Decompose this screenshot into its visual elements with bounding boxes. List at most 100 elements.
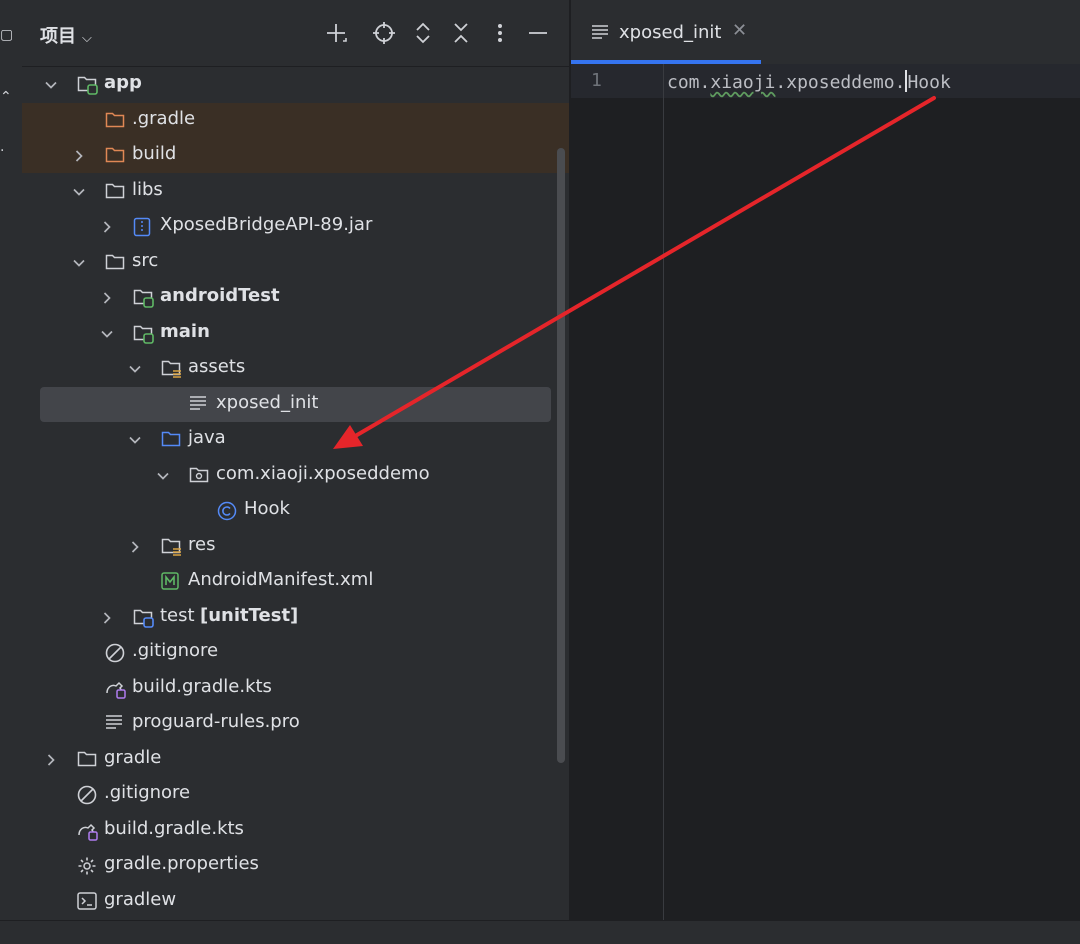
tree-item-label: com.xiaoji.xposeddemo bbox=[216, 462, 430, 484]
chevron-down-icon[interactable] bbox=[156, 468, 170, 482]
gradle-file-icon bbox=[77, 821, 98, 841]
resource-folder-icon bbox=[161, 537, 181, 557]
tree-item[interactable]: assets bbox=[22, 351, 569, 386]
tree-item-suffix: [unitTest] bbox=[200, 604, 299, 626]
panel-title: 项目 bbox=[40, 26, 76, 47]
settings-gear-icon bbox=[77, 856, 97, 876]
tree-item[interactable]: xposed_init bbox=[40, 386, 551, 422]
tree-item[interactable]: gradle bbox=[22, 742, 569, 777]
chevron-down-icon[interactable] bbox=[128, 432, 142, 446]
code-line[interactable]: com.xiaoji.xposeddemo. Hook bbox=[667, 70, 951, 93]
expand-all-icon[interactable] bbox=[408, 18, 438, 48]
tree-item[interactable]: res bbox=[22, 529, 569, 564]
tree-item-label: build bbox=[132, 143, 177, 164]
text-file-icon bbox=[591, 24, 609, 44]
tree-item-label: XposedBridgeAPI-89.jar bbox=[160, 214, 373, 235]
tree-item[interactable]: build bbox=[22, 138, 569, 173]
chevron-down-icon[interactable] bbox=[72, 255, 86, 269]
chevron-down-icon[interactable] bbox=[72, 184, 86, 198]
source-folder-icon bbox=[161, 430, 181, 450]
tree-item-label: proguard-rules.pro bbox=[132, 711, 300, 732]
tree-item-label: Hook bbox=[244, 498, 290, 519]
text-file-icon bbox=[105, 714, 125, 734]
tree-item[interactable]: gradle.properties bbox=[22, 848, 569, 883]
project-tree: app .gradle build libs XposedBridgeAPI-89.ja… bbox=[22, 66, 569, 920]
tree-item-label: test bbox=[160, 604, 195, 626]
folder-icon bbox=[105, 253, 125, 273]
left-tool-strip: ▢ ⌃ · bbox=[0, 0, 23, 943]
project-view-selector[interactable]: 项目 ⌵ bbox=[40, 22, 92, 48]
tree-item[interactable]: Hook bbox=[22, 493, 569, 528]
code-segment: .xposeddemo. bbox=[775, 72, 906, 93]
tree-item[interactable]: .gitignore bbox=[22, 635, 569, 670]
package-icon bbox=[189, 466, 209, 486]
hide-panel-icon[interactable] bbox=[523, 18, 553, 48]
tree-item[interactable]: gradlew bbox=[22, 884, 569, 919]
tree-scrollbar[interactable] bbox=[557, 148, 565, 763]
chevron-right-icon[interactable] bbox=[128, 539, 142, 553]
excluded-folder-icon bbox=[105, 146, 125, 166]
line-number-gutter bbox=[571, 64, 664, 920]
chevron-down-icon[interactable] bbox=[100, 326, 114, 340]
more-options-icon[interactable] bbox=[485, 18, 515, 48]
module-folder-icon bbox=[77, 75, 98, 95]
more-tools-icon[interactable]: · bbox=[0, 142, 14, 160]
ignore-file-icon bbox=[77, 785, 97, 805]
collapse-all-icon[interactable] bbox=[446, 18, 476, 48]
tree-item[interactable]: build.gradle.kts bbox=[22, 813, 569, 848]
chevron-right-icon[interactable] bbox=[100, 290, 114, 304]
add-icon[interactable] bbox=[321, 18, 351, 48]
status-bar bbox=[0, 920, 1080, 944]
tree-item[interactable]: .gitignore bbox=[22, 777, 569, 812]
test-folder-icon bbox=[133, 608, 154, 628]
tab-label: xposed_init bbox=[619, 22, 722, 43]
class-icon bbox=[217, 501, 237, 521]
chevron-right-icon[interactable] bbox=[100, 219, 114, 233]
chevron-right-icon[interactable] bbox=[72, 148, 86, 162]
folder-icon bbox=[77, 750, 97, 770]
project-tool-icon[interactable]: ▢ bbox=[0, 26, 14, 44]
chevron-down-icon[interactable] bbox=[44, 77, 58, 91]
tree-item-label: gradle.properties bbox=[104, 853, 259, 874]
module-folder-icon bbox=[133, 288, 154, 308]
code-segment: Hook bbox=[907, 72, 951, 93]
tree-item-label: gradlew bbox=[104, 888, 177, 910]
module-folder-icon bbox=[133, 324, 154, 344]
tree-item[interactable]: main bbox=[22, 316, 569, 351]
tree-item-label: .gradle bbox=[132, 107, 196, 129]
jar-icon bbox=[133, 217, 153, 237]
tree-item-label: java bbox=[188, 427, 226, 448]
tree-item[interactable]: androidTest bbox=[22, 280, 569, 315]
manifest-icon bbox=[161, 572, 181, 592]
tree-item[interactable]: src bbox=[22, 245, 569, 280]
tree-item[interactable]: XposedBridgeAPI-89.jar bbox=[22, 209, 569, 244]
ignore-file-icon bbox=[105, 643, 125, 663]
tree-item[interactable]: .gradle bbox=[22, 102, 569, 138]
editor-tab-xposed-init[interactable]: xposed_init ✕ bbox=[571, 0, 761, 64]
project-panel: 项目 ⌵ app .gradle build libs XposedBridgeAPI-8… bbox=[22, 0, 569, 920]
text-file-icon bbox=[189, 395, 209, 415]
tree-item[interactable]: AndroidManifest.xml bbox=[22, 564, 569, 599]
gradle-file-icon bbox=[105, 679, 126, 699]
typo-underlined-segment: xiaoji bbox=[710, 72, 776, 93]
tree-item-label: res bbox=[188, 533, 216, 555]
tree-item[interactable]: build.gradle.kts bbox=[22, 671, 569, 706]
tree-item-label: .gitignore bbox=[104, 782, 191, 803]
chevron-right-icon[interactable] bbox=[44, 752, 58, 766]
commit-tool-icon[interactable]: ⌃ bbox=[0, 88, 14, 106]
tree-item-label: build.gradle.kts bbox=[132, 675, 272, 697]
tree-item[interactable]: libs bbox=[22, 174, 569, 209]
tree-item[interactable]: java bbox=[22, 422, 569, 457]
terminal-file-icon bbox=[77, 891, 97, 912]
excluded-folder-icon bbox=[105, 111, 125, 131]
locate-icon[interactable] bbox=[369, 18, 399, 48]
chevron-down-icon[interactable] bbox=[128, 361, 142, 375]
close-tab-icon[interactable]: ✕ bbox=[732, 20, 747, 41]
tree-item[interactable]: test [unitTest] bbox=[22, 600, 569, 635]
chevron-right-icon[interactable] bbox=[100, 610, 114, 624]
folder-icon bbox=[105, 182, 125, 202]
line-number: 1 bbox=[591, 70, 602, 91]
tree-item[interactable]: app bbox=[22, 67, 569, 102]
tree-item[interactable]: proguard-rules.pro bbox=[22, 706, 569, 741]
tree-item[interactable]: com.xiaoji.xposeddemo bbox=[22, 458, 569, 493]
